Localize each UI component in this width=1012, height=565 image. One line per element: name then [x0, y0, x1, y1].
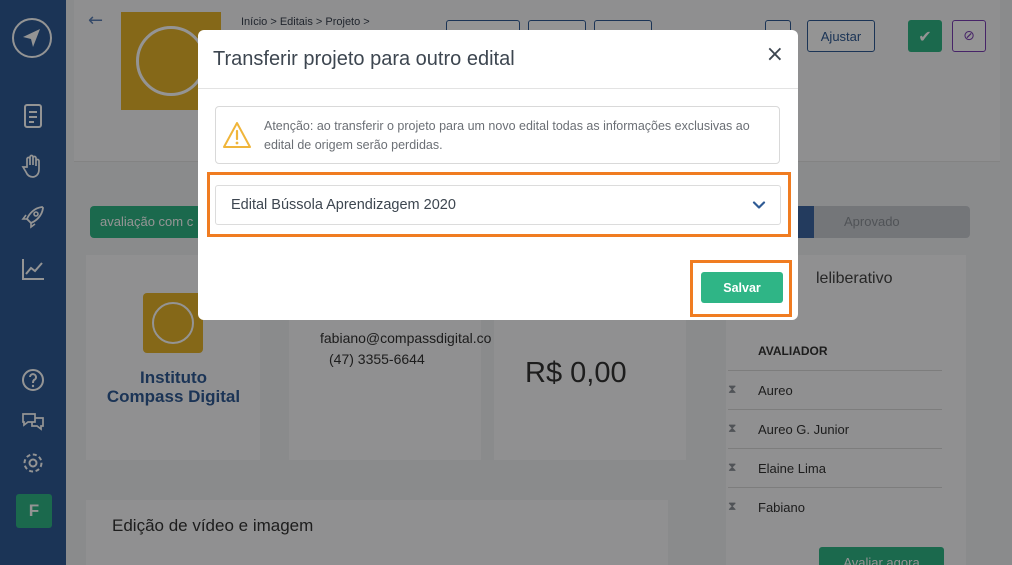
modal-divider [198, 88, 798, 89]
close-icon[interactable]: × [766, 42, 784, 67]
save-button[interactable]: Salvar [701, 272, 783, 303]
modal-title: Transferir projeto para outro edital [213, 48, 515, 70]
chevron-down-icon [752, 201, 766, 209]
warning-alert: Atenção: ao transferir o projeto para um… [215, 106, 780, 164]
transfer-project-modal: Transferir projeto para outro edital × A… [198, 30, 798, 320]
save-button-highlight: Salvar [690, 260, 792, 317]
warning-text: Atenção: ao transferir o projeto para um… [264, 119, 750, 152]
warning-icon [223, 122, 251, 148]
edital-select-value: Edital Bússola Aprendizagem 2020 [231, 197, 456, 213]
edital-select-highlight: Edital Bússola Aprendizagem 2020 [207, 172, 791, 237]
edital-select[interactable]: Edital Bússola Aprendizagem 2020 [215, 185, 781, 225]
